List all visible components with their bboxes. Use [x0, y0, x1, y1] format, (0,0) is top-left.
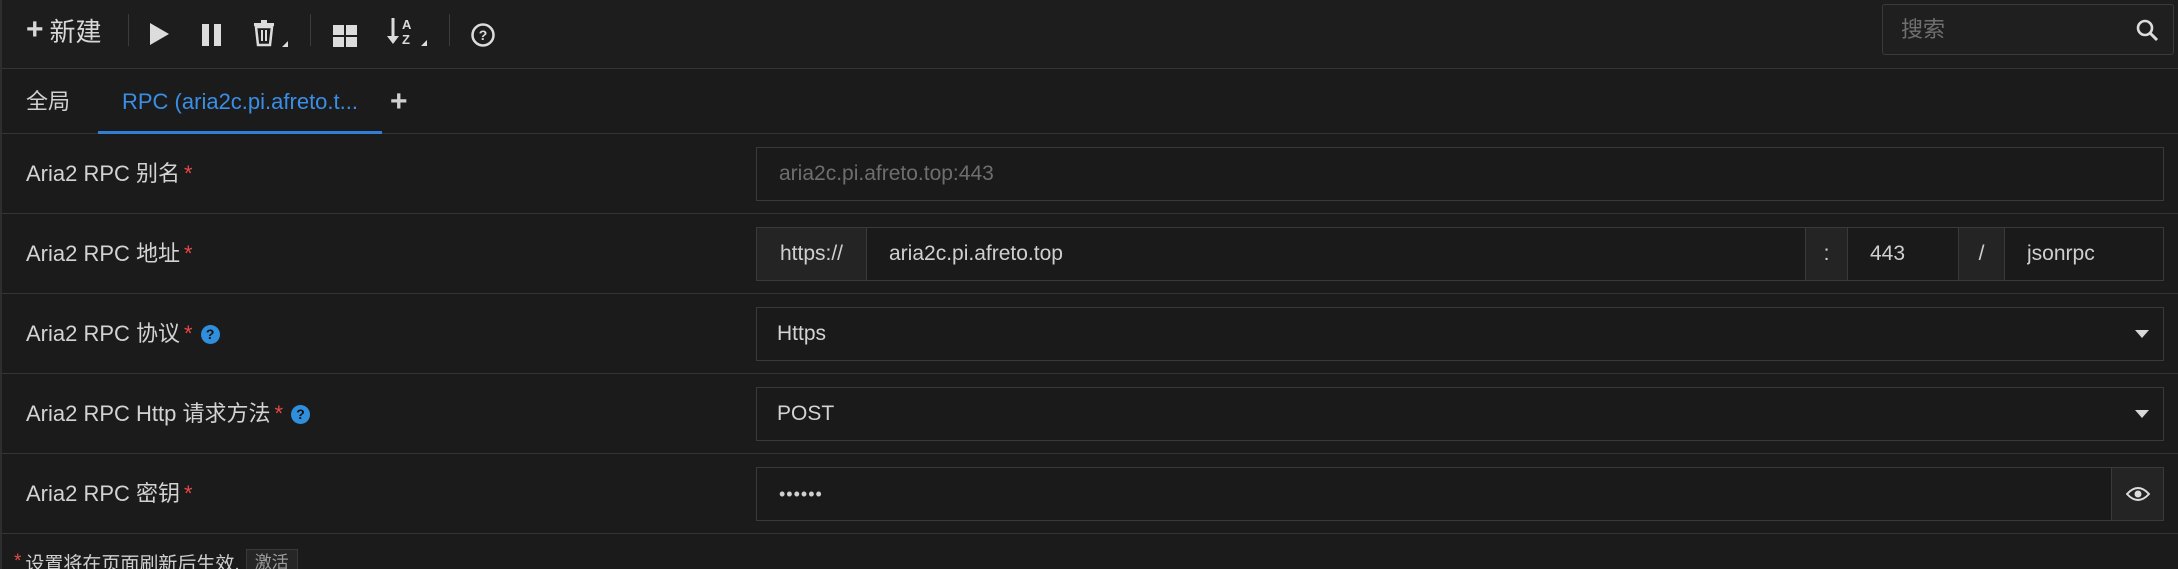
toolbar-divider — [128, 14, 129, 46]
required-mark: * — [184, 161, 193, 186]
chevron-down-icon — [2135, 410, 2149, 418]
svg-text:?: ? — [479, 27, 488, 43]
plus-icon: + — [26, 13, 44, 46]
aria2-settings-page: + 新建 A Z ? 搜索 全局 RPC (aria2c.pi.afreto.t… — [0, 0, 2178, 569]
help-icon[interactable]: ? — [200, 325, 220, 344]
select-all-button[interactable] — [332, 18, 358, 54]
address-label-text: Aria2 RPC 地址 — [26, 241, 181, 266]
new-task-label: 新建 — [49, 16, 102, 47]
refresh-note-text: 设置将在页面刷新后生效, — [25, 553, 240, 569]
required-mark: * — [184, 241, 193, 266]
secret-input[interactable] — [757, 468, 2111, 520]
form-row-secret: Aria2 RPC 密钥 * — [2, 454, 2178, 534]
address-label: Aria2 RPC 地址 * — [26, 214, 193, 294]
add-rpc-tab-button[interactable]: + — [390, 69, 408, 134]
help-icon[interactable]: ? — [291, 405, 311, 424]
search-input[interactable] — [1883, 5, 2123, 54]
toolbar-divider — [310, 14, 311, 46]
secret-field — [756, 467, 2164, 521]
settings-tabs: 全局 RPC (aria2c.pi.afreto.t... + — [2, 69, 2178, 134]
svg-text:Z: Z — [402, 32, 410, 47]
method-select[interactable]: POST — [756, 387, 2164, 441]
new-task-button[interactable]: + 新建 — [26, 12, 102, 48]
protocol-label-text: Aria2 RPC 协议 — [26, 321, 181, 346]
alias-field — [756, 147, 2164, 201]
alias-label-text: Aria2 RPC 别名 — [26, 161, 181, 186]
search-icon[interactable] — [2135, 18, 2159, 42]
eye-icon — [2125, 487, 2150, 501]
host-input[interactable] — [867, 228, 1805, 280]
path-separator: / — [1959, 228, 2005, 280]
search-box — [1882, 4, 2174, 55]
activate-button[interactable]: 激活 — [245, 549, 298, 569]
help-button[interactable]: ? — [470, 17, 496, 53]
path-input[interactable] — [2005, 228, 2163, 280]
trash-icon — [254, 20, 288, 47]
method-selected-value: POST — [777, 402, 835, 425]
required-mark: * — [184, 481, 193, 506]
start-button[interactable] — [147, 16, 171, 52]
protocol-select[interactable]: Https — [756, 307, 2164, 361]
settings-footer-note: * 设置将在页面刷新后生效, 激活 — [14, 549, 298, 569]
alias-label: Aria2 RPC 别名 * — [26, 134, 193, 214]
required-mark: * — [184, 321, 193, 346]
play-icon — [150, 23, 169, 45]
pause-icon — [202, 24, 221, 46]
protocol-selected-value: Https — [777, 322, 827, 345]
toggle-secret-visibility-button[interactable] — [2111, 468, 2163, 520]
secret-label: Aria2 RPC 密钥 * — [26, 454, 193, 534]
sort-az-icon: A Z — [387, 17, 427, 47]
question-circle-icon: ? — [471, 23, 495, 47]
tab-rpc[interactable]: RPC (aria2c.pi.afreto.t... — [98, 69, 382, 134]
protocol-label: Aria2 RPC 协议 *? — [26, 294, 220, 374]
form-row-protocol: Aria2 RPC 协议 *? Https — [2, 294, 2178, 374]
method-label-text: Aria2 RPC Http 请求方法 — [26, 401, 271, 426]
form-row-address: Aria2 RPC 地址* https:// : / — [2, 214, 2178, 294]
alias-input[interactable] — [757, 148, 2163, 200]
delete-button[interactable] — [252, 16, 292, 52]
port-separator: : — [1806, 228, 1848, 280]
required-mark: * — [14, 551, 22, 569]
svg-text:A: A — [402, 17, 412, 32]
form-row-alias: Aria2 RPC 别名 * — [2, 134, 2178, 214]
tab-global[interactable]: 全局 — [26, 69, 70, 134]
protocol-prefix: https:// — [757, 228, 867, 280]
form-row-method: Aria2 RPC Http 请求方法 *? POST — [2, 374, 2178, 454]
toolbar: + 新建 A Z ? 搜索 — [2, 0, 2178, 69]
port-input[interactable] — [1848, 228, 1958, 280]
pause-button[interactable] — [200, 17, 224, 53]
method-label: Aria2 RPC Http 请求方法 *? — [26, 374, 311, 454]
toolbar-divider — [449, 14, 450, 46]
grid-icon — [333, 25, 357, 47]
required-mark: * — [274, 401, 284, 426]
address-input-group: https:// : / — [756, 227, 2164, 281]
sort-button[interactable]: A Z — [387, 14, 431, 50]
secret-label-text: Aria2 RPC 密钥 — [26, 481, 181, 506]
chevron-down-icon — [2135, 330, 2149, 338]
